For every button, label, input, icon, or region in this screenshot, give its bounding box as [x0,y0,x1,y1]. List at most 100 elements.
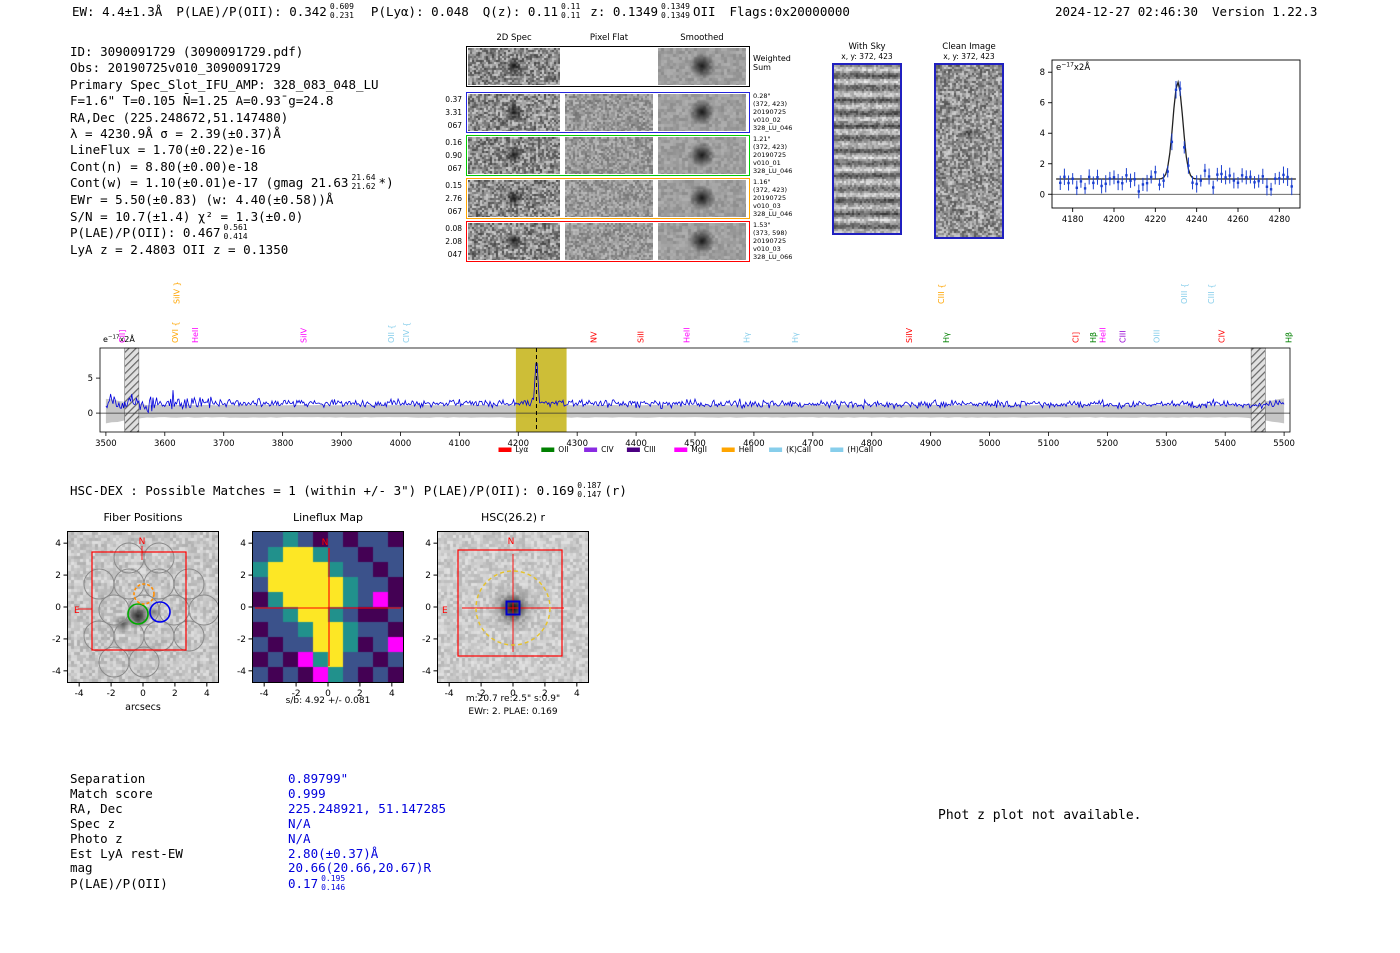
clean-image-title: Clean Image [942,42,996,52]
hsc-cutout-axes: -4-4-2-2002244 [422,531,589,699]
svg-text:0: 0 [88,409,93,419]
cutout-left-label: 0.16 0.90 067 [445,138,462,173]
legend-swatch [721,447,735,452]
cutout-right-label: Weighted Sum [753,54,791,72]
row-label-photoz: Photo z [70,830,123,846]
row-value-radec: 225.248921, 51.147285 [288,800,447,816]
detection-info-block: ID: 3090091729 (3090091729.pdf) Obs: 201… [70,44,394,258]
emission-line-label: CIV [1217,329,1226,343]
emission-line-label: SiIV [905,327,914,343]
row-value-separation: 0.89799" [288,771,349,786]
info-seeing: F=1.6" T=0.105 N̄=1.25 A=0.93̄ g=24.8 [70,93,334,109]
svg-text:2: 2 [55,571,61,581]
svg-text:HeII: HeII [739,445,754,454]
qz-stat: Q(z): 0.11 [482,4,559,19]
emission-line-label: OVI { [171,321,180,343]
svg-text:3700: 3700 [213,439,235,449]
svg-text:4260: 4260 [1227,215,1249,225]
detection-highlight-band [515,348,567,432]
masked-region [1250,347,1266,433]
table-row: Separation 0.89799" [70,771,446,787]
svg-text:4: 4 [55,539,61,549]
cutout-left-label: 0.15 2.76 067 [445,181,462,216]
spec2d-cutout-row2 [468,137,560,174]
svg-text:2: 2 [1040,160,1045,170]
svg-text:CIV: CIV [601,445,614,454]
row-label-plae-poii: P(LAE)/P(OII) [70,876,168,892]
table-row: RA, Dec 225.248921, 51.147285 [70,800,447,817]
emission-line-label: HeII [1098,327,1107,343]
with-sky-title: With Sky [848,42,886,52]
lineflux-sb-label: s/b: 4.92 +/- 0.081 [285,696,371,706]
legend-swatch [498,447,512,452]
pixelflat-cutout-row1 [565,94,653,131]
plae-poii-stat: P(LAE)/P(OII): 0.342 [176,4,327,19]
pixelflat-cutout-row2 [565,137,653,174]
emission-line-label: CIII { [937,284,946,304]
svg-text:4240: 4240 [1186,215,1208,225]
info-cont-w-text: Cont(w) = 1.10(±0.01)e-17 (gmag 21.63 [70,175,349,191]
timestamp-version: 2024-12-27 02:46:30 Version 1.22.3 [1055,4,1317,19]
svg-text:5000: 5000 [979,439,1001,449]
svg-text:4280: 4280 [1269,215,1291,225]
legend-swatch [541,447,555,452]
emission-line-label: HeII [191,327,200,343]
svg-text:-4: -4 [75,689,84,699]
full-spectrum-chart: 3500 3600 3700 3800 3900 4000 4100 4200 4300 4400… [88,281,1295,454]
pixelflat-cutout-row4 [565,223,653,260]
fiber-positions-panel: Fiber Positions NE -4 -4 -2 -2 0 0 2 2 4 4 arcsecs [40,506,255,741]
emission-line-label: OII { [387,324,396,343]
emission-line-label: SiII [637,331,646,343]
svg-text:5: 5 [88,374,93,384]
smoothed-cutout-row0 [658,48,746,85]
gmag-lo: 21.62 [351,181,376,191]
svg-text:4000: 4000 [390,439,412,449]
hsc-dex-line: HSC-DEX : Possible Matches = 1 (within +… [70,481,627,500]
timestamp: 2024-12-27 02:46:30 [1055,4,1198,19]
row-value-photoz: N/A [288,830,311,846]
plae-poii-range: 0.609 0.231 [330,2,354,20]
z-range: 0.1349 0.1349 [661,2,690,20]
hsc-ewr-label: EWr: 2. PLAE: 0.169 [468,707,558,717]
cutout-right-label: 1.21" (372, 423) 20190725 v010_01 328_LU_046 [753,135,793,175]
col-header-2dspec: 2D Spec [496,33,532,43]
svg-text:3900: 3900 [331,439,353,449]
svg-text:3800: 3800 [272,439,294,449]
info-plae-text: P(LAE)/P(OII): 0.467 [70,225,221,241]
emission-line-label: CI] [1071,332,1080,343]
emission-line-label: OIII [1153,330,1162,343]
emission-line-label: SiIV [300,327,309,343]
info-cont-n: Cont(n) = 8.80(±0.00)e-18 [70,158,259,174]
svg-text:2: 2 [240,571,246,581]
svg-text:(H)CaII: (H)CaII [847,445,873,454]
svg-text:5100: 5100 [1038,439,1060,449]
emission-line-label: HeII [683,327,692,343]
info-primary-spec: Primary Spec_Slot_IFU_AMP: 328_083_048_L… [70,76,379,92]
info-plae-lo: 0.414 [223,231,248,241]
row-label-separation: Separation [70,771,146,786]
cutout-left-label: 0.08 2.08 047 [445,224,462,259]
plae-value: 0.17 [288,876,319,892]
legend-swatch [626,447,640,452]
hsc-dex-text: HSC-DEX : Possible Matches = 1 (within +… [70,483,575,498]
hsc-cutout-panel: HSC(26.2) r NE -4 -4 -2 -2 0 0 2 2 4 4 m:20.7 re:… [410,506,625,741]
col-header-smoothed: Smoothed [680,33,724,43]
legend-swatch [584,447,598,452]
emission-line-label: NV [589,331,598,343]
clean-image [934,63,1004,239]
legend-swatch [769,447,783,452]
svg-text:-2: -2 [422,635,431,645]
smoothed-cutout-row3 [658,180,746,217]
legend-swatch [674,447,688,452]
plae-value-range: 0.195 0.146 [321,875,345,892]
emission-line-label: CIII [1118,330,1127,343]
legend-swatch [830,447,844,452]
info-radec: RA,Dec (225.248672,51.147480) [70,109,289,125]
svg-text:Lyα: Lyα [516,445,529,454]
svg-text:4200: 4200 [1103,215,1125,225]
smoothed-cutout-row2 [658,137,746,174]
emission-line-label: Hγ [942,332,951,343]
row-label-mag: mag [70,860,93,876]
row-label-est-ew: Est LyA rest-EW [70,845,183,861]
svg-text:4180: 4180 [1062,215,1084,225]
